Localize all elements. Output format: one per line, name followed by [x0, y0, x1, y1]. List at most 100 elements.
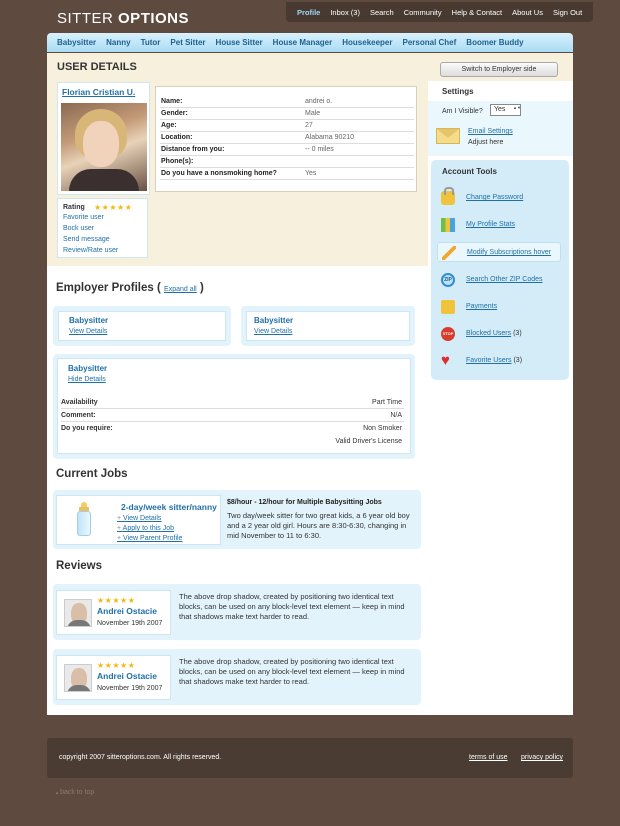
employer-card-title: Babysitter [254, 316, 294, 325]
adjust-here-text: Adjust here [468, 139, 504, 146]
blocked-count: (3) [513, 330, 522, 337]
tool-profile-stats[interactable]: My Profile Stats [437, 215, 561, 235]
hide-details-link[interactable]: Hide Details [68, 376, 106, 383]
detail-row: Name: andrei o. [160, 96, 414, 108]
settings-title: Settings [442, 87, 474, 96]
top-navigation: Profile Inbox (3) Search Community Help … [286, 2, 594, 22]
user-details-table: Name: andrei o. Gender: Male Age: 27 Locati… [155, 86, 417, 192]
employer-card-expanded: Babysitter Hide Details Availability Part… [53, 354, 415, 459]
review-text: The above drop shadow, created by positi… [179, 657, 405, 686]
pencil-icon [442, 246, 456, 260]
cat-babysitter[interactable]: Babysitter [57, 38, 96, 47]
cat-boomer-buddy[interactable]: Boomer Buddy [466, 38, 523, 47]
employer-card-title: Babysitter [69, 316, 109, 325]
reviewer-avatar [64, 664, 92, 692]
site-logo[interactable]: SITTER OPTIONS [57, 10, 189, 27]
review-stars: ★★★★★ [97, 596, 136, 605]
cat-house-manager[interactable]: House Manager [273, 38, 333, 47]
cat-housekeeper[interactable]: Housekeeper [342, 38, 392, 47]
category-navigation: Babysitter Nanny Tutor Pet Sitter House … [47, 33, 573, 52]
heart-icon: ♥ [441, 352, 450, 369]
reviewer-avatar [64, 599, 92, 627]
nav-help-contact[interactable]: Help & Contact [452, 8, 502, 17]
detail-row: Phone(s): [160, 156, 414, 168]
view-details-link[interactable]: View Details [69, 328, 107, 335]
reviewer-name[interactable]: Andrei Ostacie [97, 606, 157, 616]
detail-row: Do you have a nonsmoking home? Yes [160, 168, 414, 180]
job-headline: $8/hour - 12/hour for Multiple Babysitti… [227, 499, 382, 506]
tool-change-password[interactable]: Change Password [437, 187, 561, 208]
visible-label: Am I Visible? [442, 108, 483, 115]
nav-about-us[interactable]: About Us [512, 8, 543, 17]
view-details-link[interactable]: View Details [254, 328, 292, 335]
nav-search[interactable]: Search [370, 8, 394, 17]
nav-sign-out[interactable]: Sign Out [553, 8, 582, 17]
cat-personal-chef[interactable]: Personal Chef [403, 38, 457, 47]
tool-modify-subscriptions[interactable]: Modify Subscriptions hover [437, 242, 561, 262]
block-user-link[interactable]: Bock user [63, 225, 94, 232]
tool-payments[interactable]: Payments [437, 297, 561, 317]
reviewer-name[interactable]: Andrei Ostacie [97, 671, 157, 681]
tool-search-zip[interactable]: ZIP Search Other ZIP Codes [437, 270, 561, 290]
stats-icon [441, 218, 455, 232]
nav-profile[interactable]: Profile [297, 8, 320, 17]
employer-card: Babysitter View Details [53, 306, 231, 346]
nav-inbox[interactable]: Inbox (3) [330, 8, 360, 17]
terms-of-use-link[interactable]: terms of use [469, 754, 508, 761]
current-jobs-heading: Current Jobs [56, 468, 128, 480]
job-card: 2-day/week sitter/nanny View Details App… [53, 490, 421, 549]
baby-bottle-icon [77, 502, 91, 536]
user-name-link[interactable]: Florian Cristian U. [62, 87, 135, 97]
footer: copyright 2007 sitteroptions.com. All ri… [47, 738, 573, 778]
cat-nanny[interactable]: Nanny [106, 38, 130, 47]
nav-community[interactable]: Community [404, 8, 442, 17]
rating-label: Rating [63, 204, 85, 211]
view-parent-profile-link[interactable]: View Parent Profile [117, 535, 182, 542]
visible-select[interactable]: Yes [490, 104, 521, 116]
coins-icon [441, 300, 455, 314]
stop-icon: STOP [441, 327, 455, 341]
account-tools-panel: Account Tools Change Password My Profile… [431, 160, 569, 380]
profile-row: Valid Driver's License [335, 438, 402, 445]
apply-to-job-link[interactable]: Apply to this Job [117, 525, 174, 532]
envelope-icon [436, 128, 460, 144]
tool-blocked-users[interactable]: STOP Blocked Users (3) [437, 324, 561, 344]
profile-row: Availability Part Time [61, 397, 404, 409]
cat-tutor[interactable]: Tutor [141, 38, 161, 47]
zip-icon: ZIP [441, 273, 455, 287]
profile-row: Comment: N/A [61, 410, 404, 422]
review-date: November 19th 2007 [97, 620, 163, 627]
privacy-policy-link[interactable]: privacy policy [521, 754, 563, 761]
user-card: Florian Cristian U. [57, 82, 150, 195]
cat-house-sitter[interactable]: House Sitter [216, 38, 263, 47]
user-details-title: USER DETAILS [57, 61, 137, 73]
detail-row: Gender: Male [160, 108, 414, 120]
review-card: ★★★★★ Andrei Ostacie November 19th 2007 … [53, 584, 421, 640]
lock-icon [441, 187, 455, 205]
tool-favorite-users[interactable]: ♥ Favorite Users (3) [437, 351, 561, 371]
review-rate-user-link[interactable]: Review/Rate user [63, 247, 118, 254]
favorite-count: (3) [513, 357, 523, 364]
back-to-top-link[interactable]: back to top [55, 789, 94, 796]
email-settings-link[interactable]: Email Settings [468, 128, 513, 135]
employer-card: Babysitter View Details [241, 306, 415, 346]
account-tools-title: Account Tools [442, 167, 497, 176]
favorite-user-link[interactable]: Favorite user [63, 214, 104, 221]
employer-card-title: Babysitter [68, 364, 108, 373]
send-message-link[interactable]: Send message [63, 236, 110, 243]
copyright-text: copyright 2007 sitteroptions.com. All ri… [59, 754, 222, 761]
reviews-heading: Reviews [56, 560, 103, 572]
detail-row: Location: Alabama 90210 [160, 132, 414, 144]
job-description: Two day/week sitter for two great kids, … [227, 511, 410, 540]
user-photo [61, 103, 147, 191]
sidebar: Switch to Employer side Settings Am I Vi… [428, 53, 573, 715]
cat-pet-sitter[interactable]: Pet Sitter [170, 38, 205, 47]
expand-all-link[interactable]: Expand all [164, 286, 197, 293]
rating-stars: ★★★★★ [94, 203, 133, 212]
review-date: November 19th 2007 [97, 685, 163, 692]
switch-to-employer-button[interactable]: Switch to Employer side [440, 62, 558, 77]
detail-row: Age: 27 [160, 120, 414, 132]
review-card: ★★★★★ Andrei Ostacie November 19th 2007 … [53, 649, 421, 705]
job-view-details-link[interactable]: View Details [117, 515, 161, 522]
rating-box: Rating ★★★★★ Favorite user Bock user Sen… [57, 198, 148, 258]
